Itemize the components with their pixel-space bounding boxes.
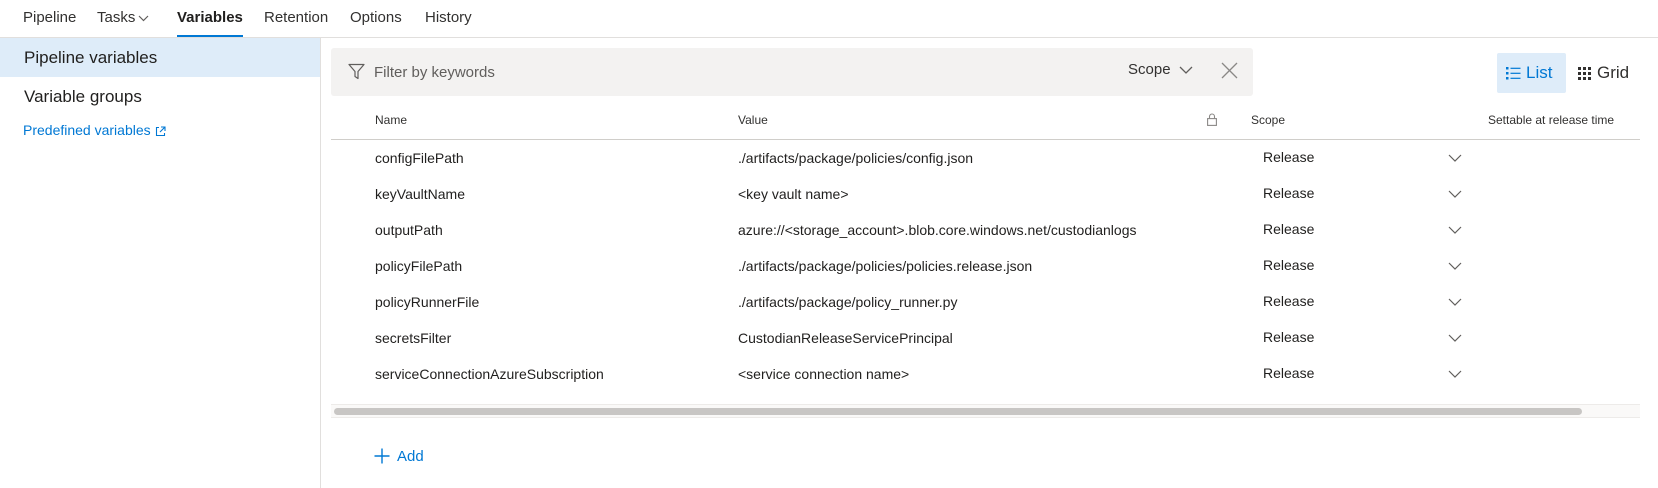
table-row[interactable]: outputPath azure://<storage_account>.blo…	[331, 213, 1640, 249]
variable-value[interactable]: ./artifacts/package/policies/config.json	[738, 150, 973, 166]
variable-name[interactable]: keyVaultName	[375, 186, 465, 202]
filter-keywords-input[interactable]	[374, 60, 1014, 84]
column-header-scope[interactable]: Scope	[1251, 113, 1285, 127]
scope-value: Release	[1263, 149, 1315, 165]
scope-dropdown[interactable]: Release	[1263, 321, 1463, 357]
sidebar-item-variable-groups[interactable]: Variable groups	[0, 77, 320, 116]
scope-filter-label: Scope	[1128, 61, 1171, 78]
scope-value: Release	[1263, 329, 1315, 345]
column-header-settable[interactable]: Settable at release time	[1488, 113, 1614, 127]
variable-value[interactable]: azure://<storage_account>.blob.core.wind…	[738, 222, 1136, 238]
add-label: Add	[397, 448, 424, 465]
table-header: Name Value Scope Settable at release tim…	[331, 100, 1640, 140]
variable-value[interactable]: <key vault name>	[738, 186, 849, 202]
tab-variables[interactable]: Variables	[177, 9, 243, 37]
table-row[interactable]: secretsFilter CustodianReleaseServicePri…	[331, 321, 1640, 357]
add-variable-button[interactable]: Add	[374, 448, 424, 470]
grid-icon	[1578, 67, 1591, 80]
chevron-down-icon	[1448, 370, 1462, 378]
close-icon[interactable]	[1221, 62, 1238, 79]
scope-dropdown[interactable]: Release	[1263, 141, 1463, 177]
sidebar-item-label: Variable groups	[24, 87, 142, 106]
scope-dropdown[interactable]: Release	[1263, 285, 1463, 321]
plus-icon	[374, 448, 390, 464]
table-row[interactable]: serviceConnectionAzureSubscription <serv…	[331, 357, 1640, 393]
variables-sidebar: Pipeline variables Variable groups Prede…	[0, 38, 321, 488]
lock-icon	[1207, 113, 1217, 126]
grid-view-toggle[interactable]: Grid	[1575, 53, 1645, 93]
horizontal-scrollbar[interactable]	[331, 404, 1640, 418]
variable-name[interactable]: outputPath	[375, 222, 443, 238]
scope-filter-dropdown[interactable]: Scope	[1128, 61, 1193, 83]
scope-value: Release	[1263, 257, 1315, 273]
tab-label: History	[425, 9, 472, 26]
table-row[interactable]: configFilePath ./artifacts/package/polic…	[331, 141, 1640, 177]
column-header-name[interactable]: Name	[375, 113, 407, 127]
scope-value: Release	[1263, 221, 1315, 237]
sidebar-item-label: Pipeline variables	[24, 48, 158, 67]
top-tab-bar: Pipeline Tasks Variables Retention Optio…	[0, 0, 1658, 38]
table-row[interactable]: keyVaultName <key vault name> Release	[331, 177, 1640, 213]
tab-tasks[interactable]: Tasks	[97, 9, 149, 37]
scope-dropdown[interactable]: Release	[1263, 213, 1463, 249]
scope-value: Release	[1263, 365, 1315, 381]
external-link-icon	[155, 126, 166, 136]
scrollbar-thumb[interactable]	[334, 408, 1582, 415]
scope-dropdown[interactable]: Release	[1263, 249, 1463, 285]
tab-label: Retention	[264, 9, 329, 26]
sidebar-item-pipeline-variables[interactable]: Pipeline variables	[0, 38, 320, 77]
filter-bar: Scope	[331, 48, 1253, 96]
table-row[interactable]: policyFilePath ./artifacts/package/polic…	[331, 249, 1640, 285]
chevron-down-icon	[1448, 334, 1462, 342]
chevron-down-icon	[138, 15, 149, 21]
scope-dropdown[interactable]: Release	[1263, 357, 1463, 393]
list-view-toggle[interactable]: List	[1497, 53, 1566, 93]
tab-pipeline[interactable]: Pipeline	[23, 9, 76, 37]
tab-label: Pipeline	[23, 9, 77, 26]
chevron-down-icon	[1448, 226, 1462, 234]
variable-name[interactable]: policyFilePath	[375, 258, 462, 274]
variable-name[interactable]: serviceConnectionAzureSubscription	[375, 366, 604, 382]
chevron-down-icon	[1448, 262, 1462, 270]
chevron-down-icon	[1448, 298, 1462, 306]
scope-dropdown[interactable]: Release	[1263, 177, 1463, 213]
column-header-value[interactable]: Value	[738, 113, 768, 127]
tab-options[interactable]: Options	[350, 9, 402, 37]
tab-retention[interactable]: Retention	[264, 9, 328, 37]
variable-name[interactable]: policyRunnerFile	[375, 294, 479, 310]
tab-label: Tasks	[97, 9, 136, 26]
predefined-variables-link[interactable]: Predefined variables	[23, 122, 166, 138]
variable-value[interactable]: ./artifacts/package/policies/policies.re…	[738, 258, 1032, 274]
filter-icon	[348, 63, 365, 80]
grid-view-label: Grid	[1597, 63, 1630, 82]
scope-value: Release	[1263, 293, 1315, 309]
scope-value: Release	[1263, 185, 1315, 201]
variable-value[interactable]: CustodianReleaseServicePrincipal	[738, 330, 953, 346]
tab-history[interactable]: History	[425, 9, 472, 37]
chevron-down-icon	[1448, 154, 1462, 162]
table-row[interactable]: policyRunnerFile ./artifacts/package/pol…	[331, 285, 1640, 321]
variable-value[interactable]: <service connection name>	[738, 366, 909, 382]
chevron-down-icon	[1448, 190, 1462, 198]
tab-label: Options	[350, 9, 402, 26]
list-view-label: List	[1526, 63, 1553, 82]
variable-name[interactable]: configFilePath	[375, 150, 464, 166]
list-icon	[1506, 67, 1521, 80]
variable-name[interactable]: secretsFilter	[375, 330, 451, 346]
tab-label: Variables	[177, 9, 243, 26]
chevron-down-icon	[1179, 66, 1193, 74]
link-label: Predefined variables	[23, 122, 151, 138]
variable-value[interactable]: ./artifacts/package/policy_runner.py	[738, 294, 957, 310]
